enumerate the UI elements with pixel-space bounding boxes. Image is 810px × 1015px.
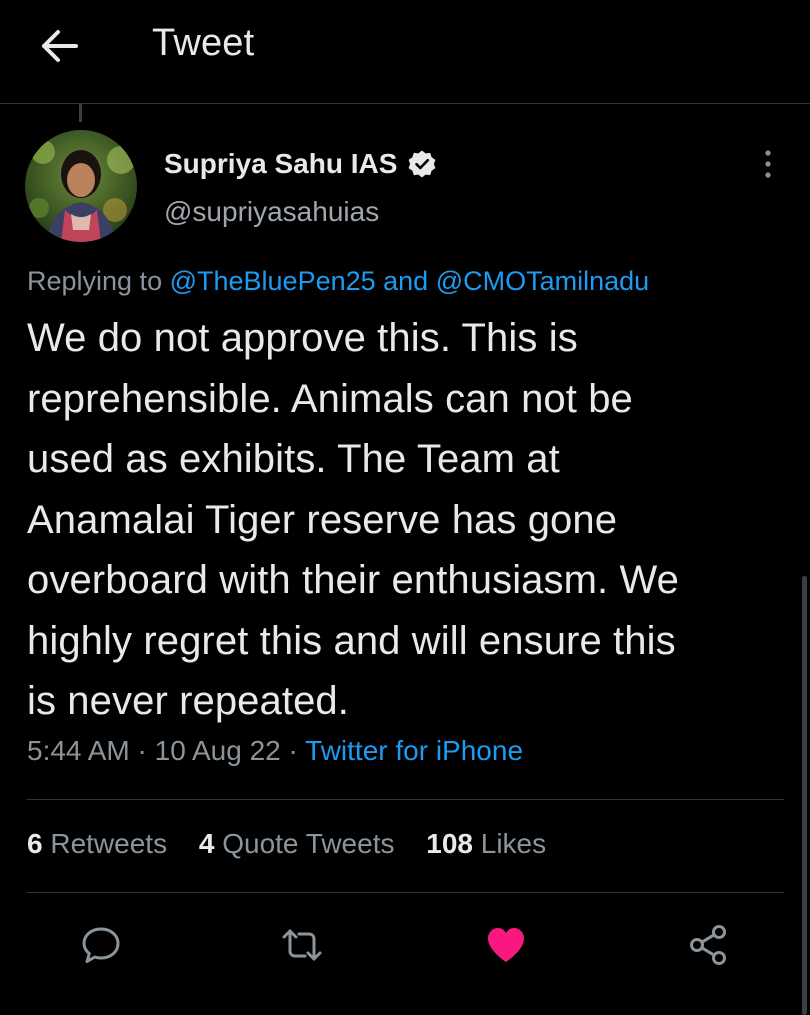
engagement-stats: 6 Retweets 4 Quote Tweets 108 Likes — [27, 828, 570, 860]
mention-connector: and — [375, 266, 436, 296]
back-arrow-icon[interactable] — [38, 28, 80, 64]
tweet-text-line: highly regret this and will ensure this — [27, 618, 676, 663]
vertical-dots-icon[interactable] — [758, 146, 778, 182]
retweet-icon[interactable] — [279, 922, 325, 968]
retweets-count: 6 — [27, 828, 43, 859]
page-title: Tweet — [152, 22, 255, 64]
replying-to-label: Replying to — [27, 266, 170, 296]
tweet-text: We do not approve this. This is reprehen… — [27, 308, 797, 732]
author-name-row[interactable]: Supriya Sahu IAS — [164, 148, 437, 180]
heart-filled-icon[interactable] — [483, 922, 529, 968]
thread-connector-line — [79, 104, 82, 122]
divider — [27, 892, 784, 893]
mention-link[interactable]: @TheBluePen25 — [170, 266, 376, 296]
tweet-date[interactable]: 10 Aug 22 — [155, 735, 281, 766]
scrollbar[interactable] — [802, 576, 807, 1015]
tweet-source-link[interactable]: Twitter for iPhone — [305, 735, 523, 766]
meta-separator: · — [280, 735, 306, 766]
mention-link[interactable]: @CMOTamilnadu — [436, 266, 649, 296]
author-display-name[interactable]: Supriya Sahu IAS — [164, 148, 397, 180]
reply-bubble-icon[interactable] — [78, 922, 124, 968]
divider — [27, 799, 784, 800]
likes-stat[interactable]: 108 Likes — [426, 828, 546, 860]
tweet-text-line: We do not approve this. This is — [27, 316, 578, 360]
tweet-time[interactable]: 5:44 AM — [27, 735, 130, 766]
avatar[interactable] — [25, 130, 137, 242]
likes-count: 108 — [426, 828, 473, 859]
author-handle[interactable]: @supriyasahuias — [164, 196, 379, 228]
meta-separator: · — [129, 735, 155, 766]
tweet-text-line: reprehensible. Animals can not be — [27, 376, 633, 421]
top-bar: Tweet — [0, 0, 810, 104]
replying-to-line: Replying to @TheBluePen25 and @CMOTamiln… — [27, 266, 649, 297]
tweet-text-line: used as exhibits. The Team at — [27, 437, 560, 481]
quote-tweets-stat[interactable]: 4 Quote Tweets — [199, 828, 395, 860]
share-icon[interactable] — [686, 922, 732, 968]
retweets-stat[interactable]: 6 Retweets — [27, 828, 167, 860]
tweet-text-line: Anamalai Tiger reserve has gone — [27, 497, 618, 542]
tweet-text-line: overboard with their enthusiasm. We — [27, 558, 679, 602]
quote-tweets-count: 4 — [198, 828, 215, 859]
tweet-text-line: is never repeated. — [27, 679, 349, 723]
tweet-timestamp-line: 5:44 AM · 10 Aug 22 · Twitter for iPhone — [27, 735, 523, 767]
quote-tweets-label: Quote Tweets — [214, 828, 395, 859]
retweets-label: Retweets — [42, 828, 168, 859]
verified-badge-icon — [407, 149, 437, 179]
likes-label: Likes — [472, 828, 547, 859]
